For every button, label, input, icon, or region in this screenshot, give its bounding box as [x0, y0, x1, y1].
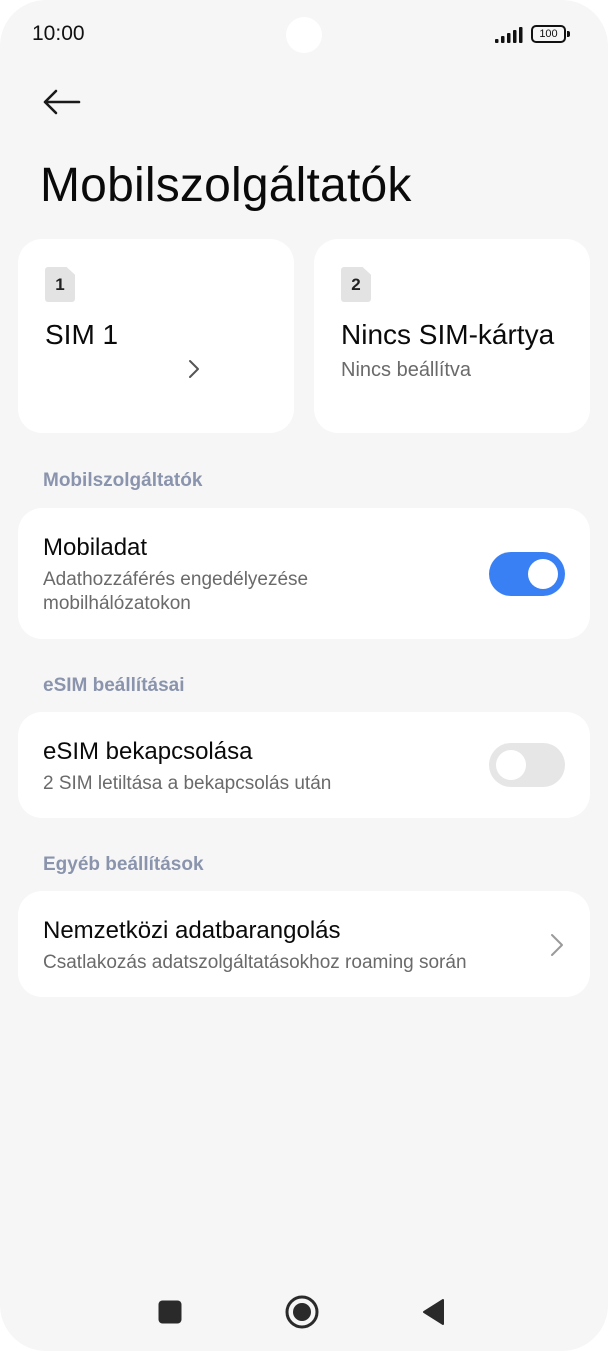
- mobile-data-title: Mobiladat: [43, 534, 148, 561]
- esim-title: eSIM bekapcsolása: [43, 738, 253, 765]
- nav-back-button[interactable]: [412, 1290, 456, 1334]
- mobile-data-subtitle-line1: Adathozzáférés engedélyezése: [43, 569, 309, 590]
- mobile-data-toggle[interactable]: [489, 552, 565, 596]
- roaming-subtitle: Csatlakozás adatszolgáltatásokhoz roamin…: [43, 952, 467, 973]
- sim-slot-badge: 2: [341, 267, 371, 302]
- chevron-right-icon: [189, 360, 199, 378]
- home-circle-icon: [285, 1295, 319, 1329]
- mobile-data-row[interactable]: Mobiladat Adathozzáférés engedélyezése m…: [18, 508, 590, 639]
- sim-name: SIM 1: [45, 319, 119, 350]
- chevron-right-icon: [551, 934, 563, 956]
- esim-subtitle: 2 SIM letiltása a bekapcsolás után: [43, 773, 332, 794]
- sim-card-1[interactable]: 1 SIM 1: [18, 239, 294, 433]
- battery-icon: 100: [531, 25, 570, 43]
- battery-level: 100: [531, 25, 566, 43]
- roaming-row[interactable]: Nemzetközi adatbarangolás Csatlakozás ad…: [18, 891, 590, 997]
- roaming-title: Nemzetközi adatbarangolás: [43, 917, 341, 944]
- sim-name: Nincs SIM-kártya: [341, 319, 555, 350]
- back-button[interactable]: [36, 80, 86, 124]
- sim-slot-badge: 1: [45, 267, 75, 302]
- signal-icon: [495, 27, 523, 43]
- status-time: 10:00: [32, 22, 85, 45]
- esim-row[interactable]: eSIM bekapcsolása 2 SIM letiltása a beka…: [18, 712, 590, 818]
- toggle-knob: [496, 750, 526, 780]
- sim-status: Nincs beállítva: [341, 359, 472, 381]
- page-title: Mobilszolgáltatók: [40, 159, 412, 212]
- section-header-other: Egyéb beállítások: [43, 854, 204, 875]
- mobile-data-subtitle-line2: mobilhálózatokon: [43, 593, 191, 614]
- phone-screen: 10:00 100 Mobilszolgáltatók 1 SIM 1 2 Ni…: [0, 0, 608, 1351]
- section-header-mobile: Mobilszolgáltatók: [43, 470, 203, 491]
- back-triangle-icon: [423, 1299, 444, 1325]
- front-camera-cutout: [286, 17, 322, 53]
- arrow-left-icon: [43, 89, 81, 115]
- esim-toggle[interactable]: [489, 743, 565, 787]
- section-header-esim: eSIM beállításai: [43, 675, 185, 696]
- sim-card-2[interactable]: 2 Nincs SIM-kártya Nincs beállítva: [314, 239, 590, 433]
- recents-button[interactable]: [148, 1290, 192, 1334]
- recents-square-icon: [158, 1300, 182, 1324]
- toggle-knob: [528, 559, 558, 589]
- home-button[interactable]: [280, 1290, 324, 1334]
- battery-tip: [567, 31, 570, 37]
